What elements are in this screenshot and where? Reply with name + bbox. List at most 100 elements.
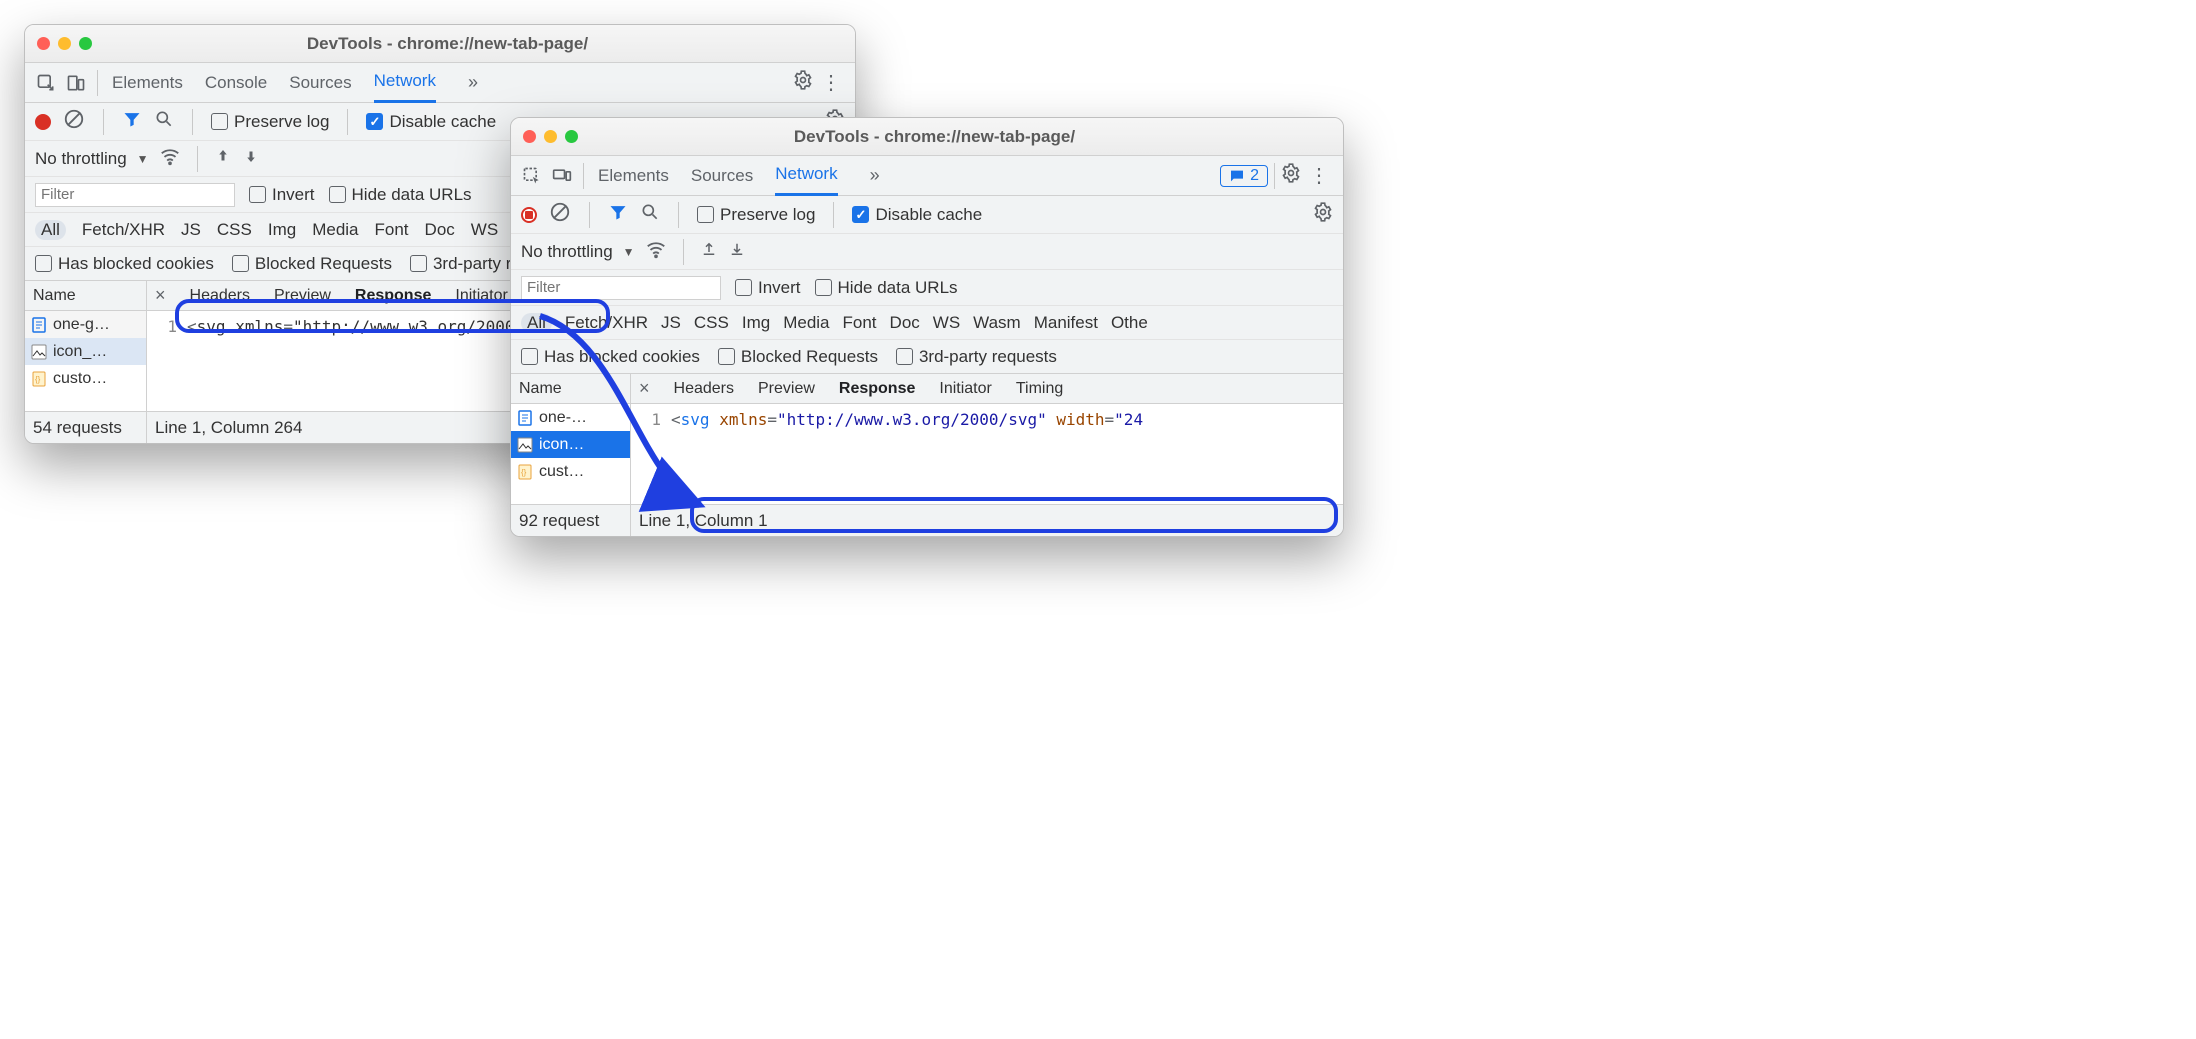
filter-type-js[interactable]: JS [661, 313, 681, 333]
request-row[interactable]: {} cust… [511, 458, 630, 485]
checkbox-icon[interactable] [521, 348, 538, 365]
checkbox-icon[interactable] [366, 113, 383, 130]
record-button-icon[interactable] [521, 207, 537, 223]
checkbox-icon[interactable] [249, 186, 266, 203]
settings-icon[interactable] [1281, 163, 1301, 188]
filter-type-ws[interactable]: WS [471, 220, 498, 240]
request-row[interactable]: icon_… [25, 338, 146, 365]
minimize-window-icon[interactable] [58, 37, 71, 50]
issues-badge[interactable]: 2 [1220, 165, 1268, 187]
network-conditions-icon[interactable] [159, 145, 181, 172]
checkbox-icon[interactable] [852, 206, 869, 223]
hide-data-urls-checkbox[interactable]: Hide data URLs [329, 185, 472, 205]
filter-type-media[interactable]: Media [312, 220, 358, 240]
blocked-requests-checkbox[interactable]: Blocked Requests [718, 347, 878, 367]
filter-type-media[interactable]: Media [783, 313, 829, 333]
filter-type-other[interactable]: Othe [1111, 313, 1148, 333]
filter-type-all[interactable]: All [521, 313, 552, 333]
checkbox-icon[interactable] [35, 255, 52, 272]
invert-checkbox[interactable]: Invert [249, 185, 315, 205]
more-tabs-icon[interactable]: » [870, 165, 880, 186]
request-row[interactable]: {} custo… [25, 365, 146, 392]
checkbox-icon[interactable] [697, 206, 714, 223]
invert-checkbox[interactable]: Invert [735, 278, 801, 298]
request-row[interactable]: icon… [511, 431, 630, 458]
throttling-select[interactable]: No throttling ▼ [35, 149, 149, 169]
throttling-select[interactable]: No throttling ▼ [521, 242, 635, 262]
checkbox-icon[interactable] [410, 255, 427, 272]
record-button-icon[interactable] [35, 114, 51, 130]
checkbox-icon[interactable] [896, 348, 913, 365]
tab-network[interactable]: Network [775, 156, 837, 196]
detail-tab-initiator[interactable]: Initiator [939, 380, 991, 398]
filter-type-css[interactable]: CSS [694, 313, 729, 333]
request-row[interactable]: one-… [511, 404, 630, 431]
blocked-requests-checkbox[interactable]: Blocked Requests [232, 254, 392, 274]
preserve-log-checkbox[interactable]: Preserve log [697, 205, 815, 225]
inspect-element-icon[interactable] [517, 161, 547, 191]
close-window-icon[interactable] [37, 37, 50, 50]
filter-type-doc[interactable]: Doc [890, 313, 920, 333]
checkbox-icon[interactable] [815, 279, 832, 296]
request-row[interactable]: one-g… [25, 311, 146, 338]
close-detail-icon[interactable]: × [639, 378, 650, 399]
name-header[interactable]: Name [511, 374, 630, 404]
blocked-cookies-checkbox[interactable]: Has blocked cookies [35, 254, 214, 274]
search-icon[interactable] [154, 109, 174, 134]
detail-tab-headers[interactable]: Headers [674, 380, 734, 398]
upload-har-icon[interactable] [214, 147, 232, 170]
filter-type-manifest[interactable]: Manifest [1034, 313, 1098, 333]
device-toolbar-icon[interactable] [61, 68, 91, 98]
tab-network[interactable]: Network [374, 63, 436, 103]
disable-cache-checkbox[interactable]: Disable cache [852, 205, 982, 225]
tab-elements[interactable]: Elements [112, 63, 183, 103]
name-header[interactable]: Name [25, 281, 146, 311]
filter-type-wasm[interactable]: Wasm [973, 313, 1021, 333]
filter-type-css[interactable]: CSS [217, 220, 252, 240]
checkbox-icon[interactable] [211, 113, 228, 130]
detail-tab-preview[interactable]: Preview [758, 380, 815, 398]
detail-tab-preview[interactable]: Preview [274, 287, 331, 305]
close-detail-icon[interactable]: × [155, 285, 166, 306]
download-har-icon[interactable] [728, 240, 746, 263]
network-settings-icon[interactable] [1313, 202, 1333, 227]
search-icon[interactable] [640, 202, 660, 227]
filter-icon[interactable] [122, 109, 142, 134]
filter-type-all[interactable]: All [35, 220, 66, 240]
filter-type-ws[interactable]: WS [933, 313, 960, 333]
filter-type-img[interactable]: Img [742, 313, 770, 333]
download-har-icon[interactable] [242, 147, 260, 170]
close-window-icon[interactable] [523, 130, 536, 143]
tab-elements[interactable]: Elements [598, 156, 669, 196]
inspect-element-icon[interactable] [31, 68, 61, 98]
more-tabs-icon[interactable]: » [468, 72, 478, 93]
response-code[interactable]: 1 <svg xmlns="http://www.w3.org/2000/svg… [631, 404, 1343, 429]
third-party-checkbox[interactable]: 3rd-party requests [896, 347, 1057, 367]
settings-icon[interactable] [793, 70, 813, 95]
filter-input[interactable] [521, 276, 721, 300]
hide-data-urls-checkbox[interactable]: Hide data URLs [815, 278, 958, 298]
more-menu-icon[interactable]: ⋮ [1309, 163, 1329, 188]
maximize-window-icon[interactable] [79, 37, 92, 50]
filter-type-doc[interactable]: Doc [425, 220, 455, 240]
filter-type-font[interactable]: Font [843, 313, 877, 333]
checkbox-icon[interactable] [718, 348, 735, 365]
clear-icon[interactable] [549, 201, 571, 228]
filter-input[interactable] [35, 183, 235, 207]
checkbox-icon[interactable] [735, 279, 752, 296]
detail-tab-response[interactable]: Response [839, 380, 915, 398]
checkbox-icon[interactable] [329, 186, 346, 203]
filter-type-font[interactable]: Font [375, 220, 409, 240]
more-menu-icon[interactable]: ⋮ [821, 70, 841, 95]
detail-tab-response[interactable]: Response [355, 287, 431, 305]
detail-tab-headers[interactable]: Headers [190, 287, 250, 305]
maximize-window-icon[interactable] [565, 130, 578, 143]
filter-type-js[interactable]: JS [181, 220, 201, 240]
disable-cache-checkbox[interactable]: Disable cache [366, 112, 496, 132]
preserve-log-checkbox[interactable]: Preserve log [211, 112, 329, 132]
device-toolbar-icon[interactable] [547, 161, 577, 191]
filter-type-fetchxhr[interactable]: Fetch/XHR [82, 220, 165, 240]
detail-tab-initiator[interactable]: Initiator [455, 287, 507, 305]
blocked-cookies-checkbox[interactable]: Has blocked cookies [521, 347, 700, 367]
filter-type-img[interactable]: Img [268, 220, 296, 240]
